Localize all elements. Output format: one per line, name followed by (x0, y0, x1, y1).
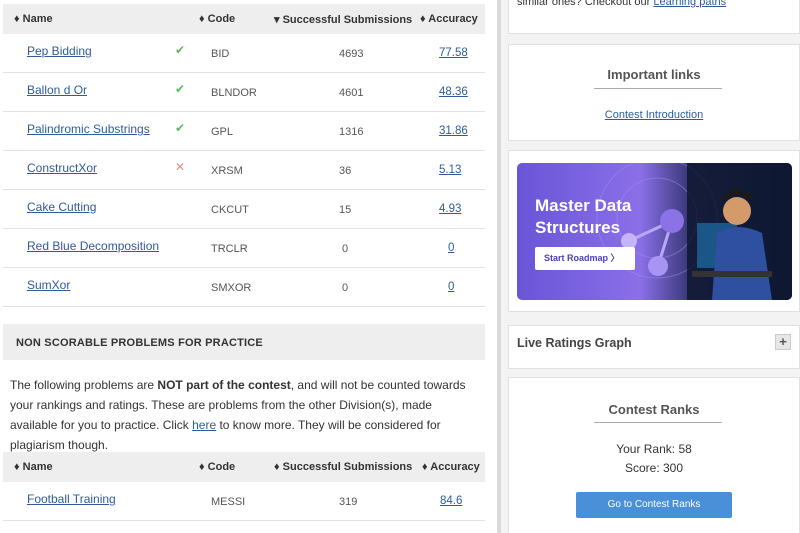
learning-paths-prefix: similar ones? Checkout our (517, 0, 654, 8)
expand-plus-icon[interactable]: + (775, 334, 791, 350)
table-row: ConstructXor ✕ XRSM 36 5.13 (3, 151, 485, 190)
problem-submissions: 4601 (339, 87, 364, 99)
title-underline (594, 88, 722, 89)
problem-accuracy-link[interactable]: 84.6 (440, 495, 462, 507)
header-submissions[interactable]: ▾ Successful Submissions (274, 13, 412, 26)
problem-submissions: 0 (342, 282, 349, 294)
here-link[interactable]: here (192, 418, 216, 432)
problem-submissions: 15 (339, 204, 352, 216)
problem-submissions: 4693 (339, 48, 364, 60)
table-row: SumXor SMXOR 0 0 (3, 268, 485, 307)
header-name[interactable]: ♦ Name (14, 13, 53, 25)
check-icon: ✔ (175, 43, 186, 57)
nonscorable-text-bold: NOT part of the contest (157, 378, 291, 392)
problem-name-link[interactable]: SumXor (27, 278, 70, 292)
problems-table-header: ♦ Name ♦ Code ▾ Successful Submissions ♦… (3, 4, 485, 34)
banner-card: Master Data Structures Start Roadmap 〉 (508, 150, 800, 312)
nonscorable-description: The following problems are NOT part of t… (10, 375, 482, 455)
master-dsa-banner[interactable]: Master Data Structures Start Roadmap 〉 (517, 163, 792, 300)
contest-ranks-title: Contest Ranks (608, 402, 700, 417)
banner-title: Master Data Structures (535, 196, 632, 237)
problem-code: SMXOR (211, 282, 252, 294)
header-accuracy[interactable]: ♦ Accuracy (420, 13, 478, 25)
learning-paths-card: similar ones? Checkout our Learning path… (508, 0, 800, 34)
problem-accuracy-link[interactable]: 0 (448, 281, 454, 293)
nonscorable-title: NON SCORABLE PROBLEMS FOR PRACTICE (16, 337, 263, 349)
learning-paths-link[interactable]: Learning paths (653, 0, 726, 8)
problem-code: BLNDOR (211, 87, 257, 99)
go-to-contest-ranks-button[interactable]: Go to Contest Ranks (576, 492, 732, 518)
header-name[interactable]: ♦ Name (14, 461, 53, 473)
problem-submissions: 36 (339, 165, 352, 177)
problem-code: GPL (211, 126, 234, 138)
table-row: Red Blue Decomposition TRCLR 0 0 (3, 229, 485, 268)
problem-accuracy-link[interactable]: 0 (448, 242, 454, 254)
problem-code: TRCLR (211, 243, 248, 255)
table-row: Palindromic Substrings ✔ GPL 1316 31.86 (3, 112, 485, 151)
title-underline (594, 422, 722, 423)
table-row: Ballon d Or ✔ BLNDOR 4601 48.36 (3, 73, 485, 112)
problem-name-link[interactable]: Cake Cutting (27, 200, 96, 214)
contest-ranks-card: Contest Ranks Your Rank: 58 Score: 300 G… (508, 377, 800, 533)
problem-submissions: 1316 (339, 126, 364, 138)
your-rank: Your Rank: 58 (616, 442, 692, 456)
header-code[interactable]: ♦ Code (199, 13, 235, 25)
problem-name-link[interactable]: Red Blue Decomposition (27, 239, 159, 253)
problems-panel: ♦ Name ♦ Code ▾ Successful Submissions ♦… (0, 0, 497, 533)
problem-name-link[interactable]: Ballon d Or (27, 83, 87, 97)
problem-code: BID (211, 48, 230, 60)
important-links-list: Contest Introduction (509, 109, 799, 121)
contest-introduction-link[interactable]: Contest Introduction (605, 109, 703, 121)
nonscorable-section-header: NON SCORABLE PROBLEMS FOR PRACTICE (3, 324, 485, 360)
table-row: Pep Bidding ✔ BID 4693 77.58 (3, 34, 485, 73)
problem-name-link[interactable]: Palindromic Substrings (27, 122, 150, 136)
check-icon: ✔ (175, 82, 186, 96)
header-code[interactable]: ♦ Code (199, 461, 235, 473)
problem-name-link[interactable]: Pep Bidding (27, 44, 92, 58)
table-row: Cake Cutting CKCUT 15 4.93 (3, 190, 485, 229)
header-accuracy[interactable]: ♦ Accuracy (422, 461, 480, 473)
table-row: Football Training MESSI 319 84.6 (3, 482, 485, 521)
start-roadmap-button[interactable]: Start Roadmap 〉 (535, 247, 635, 270)
problem-name-link[interactable]: Football Training (27, 492, 116, 506)
sidebar: similar ones? Checkout our Learning path… (501, 0, 800, 533)
problem-accuracy-link[interactable]: 48.36 (439, 86, 468, 98)
problem-submissions: 319 (339, 496, 358, 508)
problem-accuracy-link[interactable]: 5.13 (439, 164, 461, 176)
important-links-title: Important links (607, 67, 701, 82)
score: Score: 300 (624, 461, 684, 475)
problem-submissions: 0 (342, 243, 349, 255)
important-links-card: Important links Contest Introduction (508, 44, 800, 141)
cross-icon: ✕ (175, 160, 186, 174)
nonscorable-text-1: The following problems are (10, 378, 158, 392)
problem-name-link[interactable]: ConstructXor (27, 161, 97, 175)
live-ratings-card: Live Ratings Graph + (508, 325, 800, 369)
check-icon: ✔ (175, 121, 186, 135)
live-ratings-title: Live Ratings Graph (517, 336, 632, 350)
header-submissions[interactable]: ♦ Successful Submissions (274, 461, 412, 473)
problem-accuracy-link[interactable]: 31.86 (439, 125, 468, 137)
problem-accuracy-link[interactable]: 77.58 (439, 47, 468, 59)
problem-accuracy-link[interactable]: 4.93 (439, 203, 461, 215)
problem-code: XRSM (211, 165, 243, 177)
problem-code: CKCUT (211, 204, 249, 216)
practice-table-header: ♦ Name ♦ Code ♦ Successful Submissions ♦… (3, 452, 485, 482)
learning-paths-text: similar ones? Checkout our Learning path… (517, 0, 726, 8)
problem-code: MESSI (211, 496, 246, 508)
